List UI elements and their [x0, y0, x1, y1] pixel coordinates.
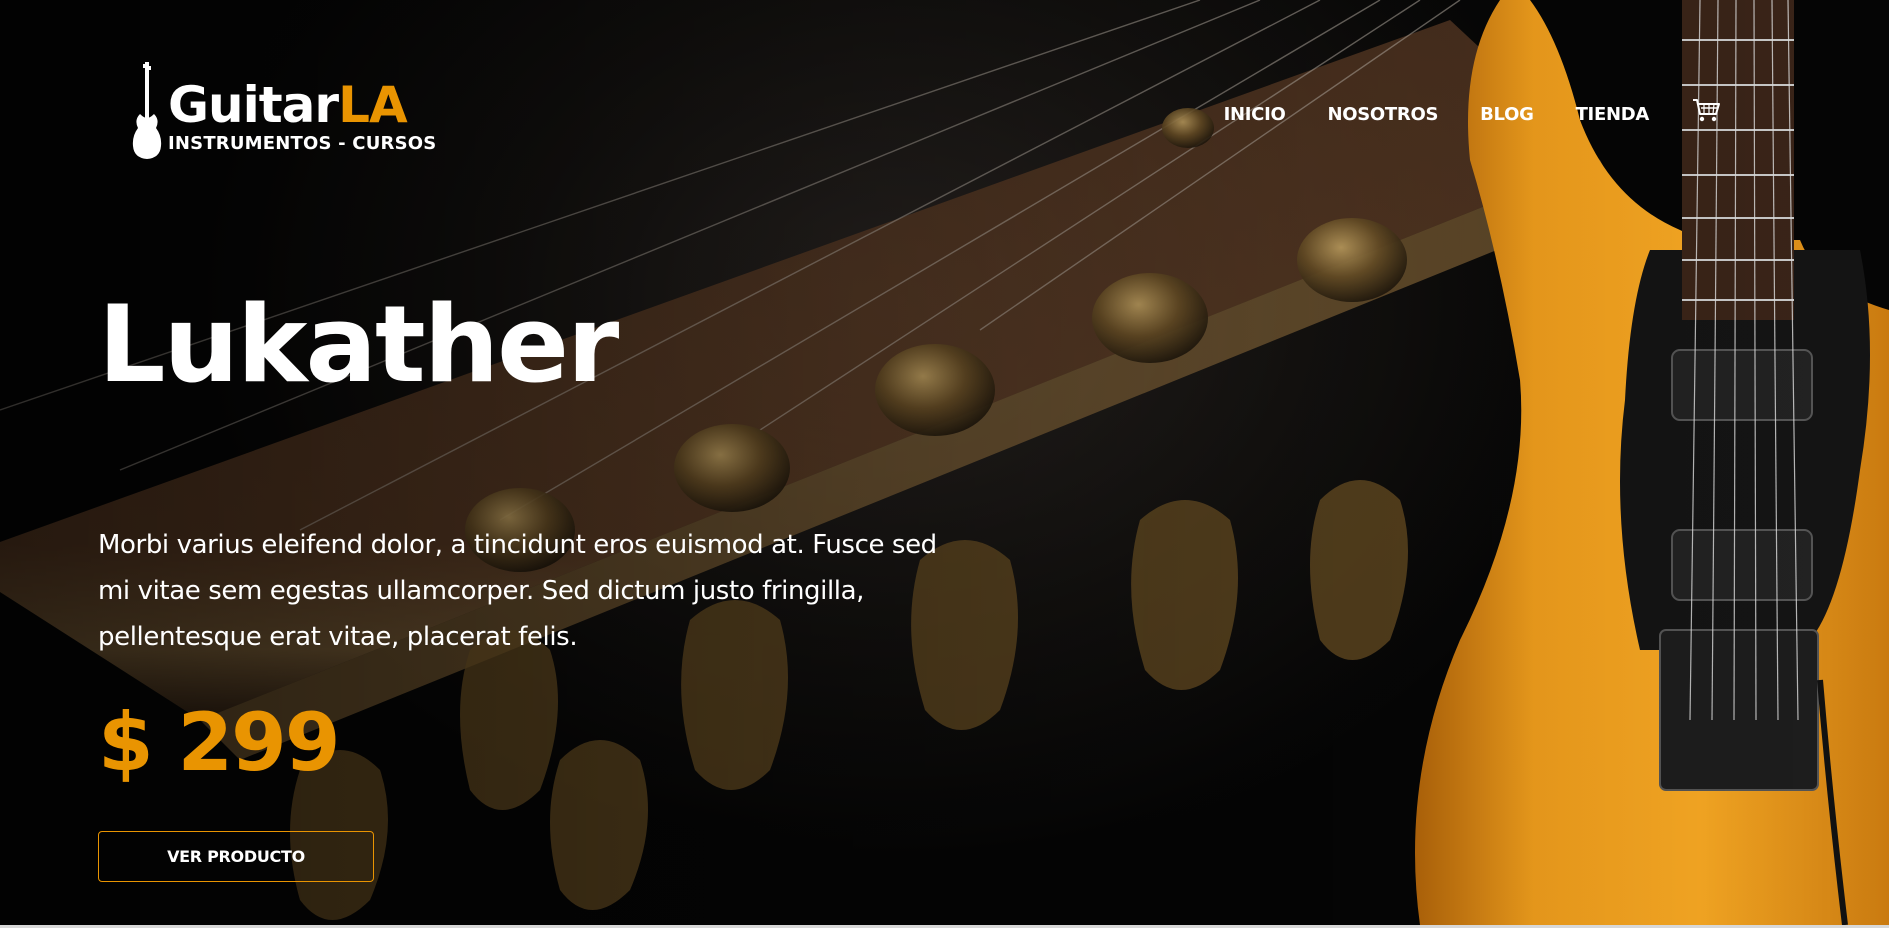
nav-link-tienda[interactable]: TIENDA: [1576, 104, 1650, 125]
guitar-logo-icon: [132, 62, 162, 159]
product-description: Morbi varius eleifend dolor, a tincidunt…: [98, 530, 937, 652]
logo-text: GuitarLA INSTRUMENTOS - CURSOS: [168, 62, 436, 154]
product-price: $ 299: [98, 696, 341, 789]
logo-name: GuitarLA: [168, 78, 436, 132]
hero-section: GuitarLA INSTRUMENTOS - CURSOS INICIO NO…: [0, 0, 1889, 928]
hero-content: Lukather Morbi varius eleifend dolor, a …: [98, 280, 958, 882]
logo[interactable]: GuitarLA INSTRUMENTOS - CURSOS: [130, 62, 436, 160]
nav-link-inicio[interactable]: INICIO: [1224, 104, 1286, 125]
logo-name-accent: LA: [338, 76, 408, 134]
view-product-button[interactable]: VER PRODUCTO: [98, 831, 374, 882]
logo-tagline: INSTRUMENTOS - CURSOS: [168, 133, 437, 154]
site-header: GuitarLA INSTRUMENTOS - CURSOS INICIO NO…: [0, 0, 1889, 200]
product-title: Lukather: [98, 283, 619, 406]
cart-icon[interactable]: [1691, 95, 1721, 125]
nav-link-nosotros[interactable]: NOSOTROS: [1328, 104, 1439, 125]
nav-link-blog[interactable]: BLOG: [1480, 104, 1534, 125]
main-nav: INICIO NOSOTROS BLOG TIENDA: [1224, 98, 1721, 125]
logo-name-main: Guitar: [168, 76, 339, 134]
